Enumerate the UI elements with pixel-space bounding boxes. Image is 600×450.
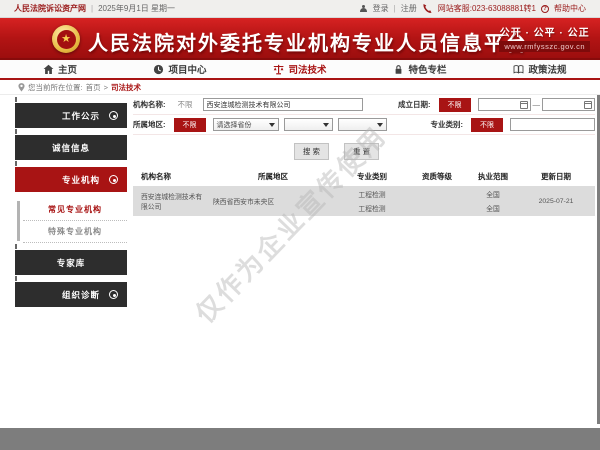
date-from-input[interactable] [478,98,531,111]
city-select[interactable] [284,118,333,131]
form-actions: 搜 索 重 置 [133,143,540,160]
col-header-updated: 更新日期 [517,171,595,182]
cell-org-name: 西安连城检测技术有限公司 [133,191,207,211]
book-icon [513,64,524,75]
province-select[interactable]: 请选择省份 [213,118,279,131]
col-header-grade: 资质等级 [405,171,469,182]
service-hotline: 网站客服:023-63088881转1 [438,3,536,14]
page: 人民法院诉讼资产网 | 2025年9月1日 星期一 登录 | 注册 网站客服:0… [0,0,600,428]
reset-button[interactable]: 重 置 [344,143,379,160]
cell-category: 工程检测 工程检测 [339,186,405,216]
topbar-divider: | [91,4,93,13]
location-pin-icon [18,83,25,92]
cell-scope: 全国 全国 [469,186,517,216]
breadcrumb-home[interactable]: 首页 [86,82,101,93]
lock-icon [393,64,404,75]
chevron-down-icon [323,123,329,127]
category-label: 专业类别: [431,119,464,130]
main-navigation: 主页 项目中心 司法技术 特色专栏 政策法规 [0,60,600,80]
content-area: 仅作为企业宣传使用 工作公示 诚信信息 专业机构 常见专业机构 特殊专业机构 专… [0,95,600,424]
main-panel: 机构名称: 不限 成立日期: 不限 — 所属地区: 不限 请选择省份 [133,95,595,424]
circle-dot-icon [109,175,118,184]
cell-region: 陕西省西安市未央区 [207,196,339,206]
current-date: 2025年9月1日 星期一 [98,3,175,14]
search-form-row-2: 所属地区: 不限 请选择省份 专业类别: 不限 [133,115,595,135]
breadcrumb-separator: > [104,83,108,92]
region-unlimited-button[interactable]: 不限 [174,118,206,132]
login-link[interactable]: 登录 [373,3,389,14]
site-banner: ★ 人民法院对外委托专业机构专业人员信息平台 公开 · 公平 · 公正 www.… [0,18,600,60]
nav-item-home[interactable]: 主页 [0,60,120,78]
site-url: www.rmfysszc.gov.cn [499,41,590,52]
sidebar-item-professional-institutions[interactable]: 专业机构 [15,167,127,192]
sidebar-submenu: 常见专业机构 特殊专业机构 [15,199,127,243]
sidebar-item-work-publicity[interactable]: 工作公示 [15,103,127,128]
district-select[interactable] [338,118,387,131]
date-to-input[interactable] [542,98,595,111]
category-input[interactable] [510,118,595,131]
founding-date-unlimited-button[interactable]: 不限 [439,98,471,112]
results-table-header: 机构名称 所属地区 专业类别 资质等级 执业范围 更新日期 [133,166,595,186]
col-header-region: 所属地区 [207,171,339,182]
nav-item-special-column[interactable]: 特色专栏 [360,60,480,78]
breadcrumb-current: 司法技术 [111,82,141,93]
date-range-separator: — [533,100,541,109]
region-label: 所属地区: [133,119,166,130]
register-link[interactable]: 注册 [401,3,417,14]
calendar-icon [584,101,592,109]
calendar-icon [520,101,528,109]
nav-item-judicial-tech[interactable]: 司法技术 [240,60,360,78]
table-row[interactable]: 西安连城检测技术有限公司 陕西省西安市未央区 工程检测 工程检测 全国 全国 2… [133,186,595,216]
sidebar-subitem-special-institutions[interactable]: 特殊专业机构 [23,221,127,243]
sidebar-subitem-common-institutions[interactable]: 常见专业机构 [23,199,127,221]
org-name-unlimited[interactable]: 不限 [178,99,193,110]
circle-dot-icon [109,290,118,299]
nav-item-project-center[interactable]: 项目中心 [120,60,240,78]
help-icon: ? [541,5,549,13]
search-form-row-1: 机构名称: 不限 成立日期: 不限 — [133,95,595,115]
phone-icon [422,3,433,14]
top-utility-bar: 人民法院诉讼资产网 | 2025年9月1日 星期一 登录 | 注册 网站客服:0… [0,0,600,18]
col-header-category: 专业类别 [339,171,405,182]
founding-date-label: 成立日期: [398,99,431,110]
chevron-down-icon [269,123,275,127]
org-name-input[interactable] [203,98,363,111]
sidebar-item-expert-library[interactable]: 专家库 [15,250,127,275]
circle-dot-icon [109,111,118,120]
breadcrumb: 您当前所在位置: 首页 > 司法技术 [0,80,600,95]
search-button[interactable]: 搜 索 [294,143,329,160]
login-register-divider: | [394,4,396,13]
col-header-name: 机构名称 [133,171,207,182]
sidebar-item-organization-diagnosis[interactable]: 组织诊断 [15,282,127,307]
portal-name[interactable]: 人民法院诉讼资产网 [14,3,86,14]
col-header-scope: 执业范围 [469,171,517,182]
breadcrumb-prefix: 您当前所在位置: [28,82,83,93]
project-center-icon [153,64,164,75]
site-title: 人民法院对外委托专业机构专业人员信息平台 [88,27,528,56]
cell-updated: 2025-07-21 [517,198,595,205]
org-name-label: 机构名称: [133,99,166,110]
site-slogan: 公开 · 公平 · 公正 [499,24,590,39]
scales-icon [273,64,284,75]
home-icon [43,64,54,75]
national-emblem-logo: ★ [52,25,80,53]
sidebar: 工作公示 诚信信息 专业机构 常见专业机构 特殊专业机构 专家库 组织诊断 [15,103,127,314]
emblem-star: ★ [57,30,76,49]
chevron-down-icon [377,123,383,127]
user-icon [360,5,368,13]
category-unlimited-button[interactable]: 不限 [471,118,503,132]
sidebar-item-integrity-info[interactable]: 诚信信息 [15,135,127,160]
help-center-link[interactable]: 帮助中心 [554,3,586,14]
nav-item-policy[interactable]: 政策法规 [480,60,600,78]
